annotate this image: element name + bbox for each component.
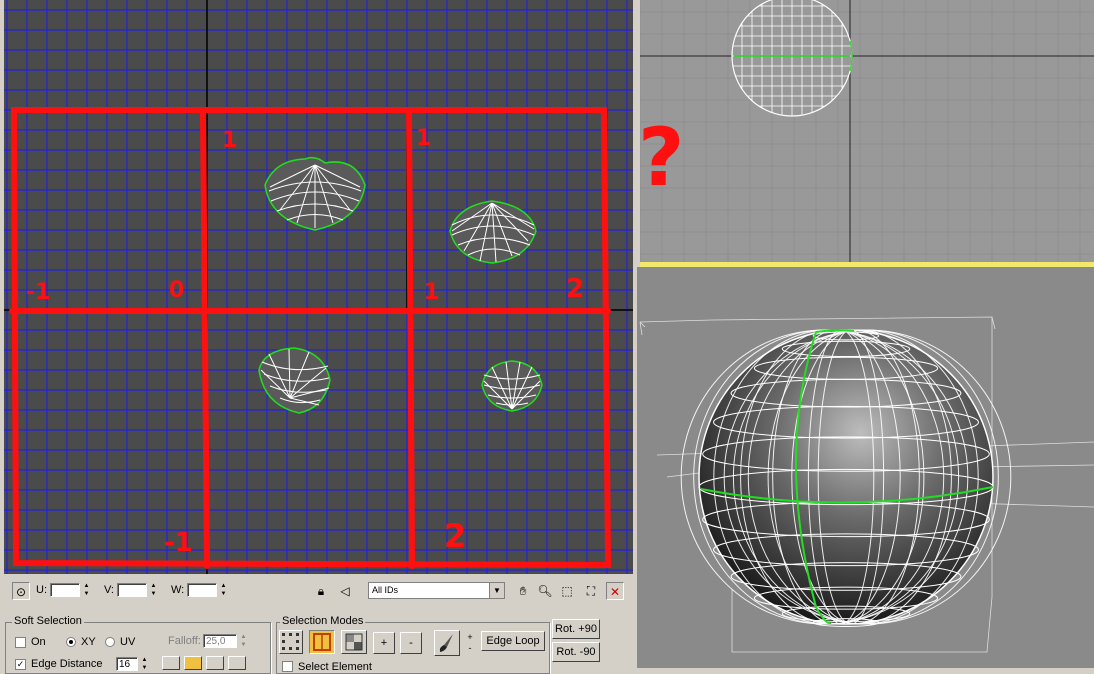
label-one-bottom-right: 1 <box>424 280 440 305</box>
label-two-bottom: 2 <box>444 517 467 555</box>
vertex-mode-button[interactable] <box>279 630 303 654</box>
uv-radio[interactable] <box>105 637 115 647</box>
lock-icon[interactable]: 🔒︎ <box>312 582 330 600</box>
w-spinner[interactable]: ▲ ▼ <box>219 582 228 598</box>
soft-selection-title: Soft Selection <box>12 615 84 627</box>
uv-shell-4 <box>481 360 543 412</box>
label-minus1-bottom: -1 <box>164 528 193 558</box>
uv-label: UV <box>120 636 136 648</box>
soft-on-label: On <box>31 636 46 648</box>
label-one-top-mid: 1 <box>222 128 238 153</box>
zoom-extents-icon[interactable]: ⛶ <box>582 582 600 600</box>
edge-distance-input[interactable] <box>116 657 138 671</box>
xy-label: XY <box>81 636 96 648</box>
edge-distance-checkbox[interactable]: ✓ <box>15 659 26 670</box>
shrink-button[interactable]: - <box>400 632 422 654</box>
falloff-input[interactable] <box>203 634 237 648</box>
edge-mode-icon <box>313 633 331 651</box>
uv-canvas[interactable]: 1 1 -1 0 1 2 -1 2 <box>4 0 633 574</box>
falloff-label: Falloff: <box>168 635 201 647</box>
zoom-icon[interactable]: 🔍︎ <box>536 582 554 600</box>
face-mode-icon <box>345 633 363 651</box>
uv-editor-window: 1 1 -1 0 1 2 -1 2 ⊙ U: ▲ ▼ V: ▲ ▼ W: ▲ ▼ 🔒︎… <box>0 0 637 610</box>
rotate-minus90-button[interactable]: Rot. -90 <box>552 642 600 662</box>
v-input[interactable] <box>117 583 147 597</box>
vertex-mode-icon <box>282 633 299 650</box>
grow-button[interactable]: + <box>373 632 395 654</box>
falloff-spinner[interactable]: ▲ ▼ <box>239 633 248 649</box>
label-one-top-right: 1 <box>416 126 432 151</box>
red-left-vertical <box>200 109 210 569</box>
perspective-viewport[interactable] <box>637 267 1094 668</box>
edge-distance-label: Edge Distance <box>31 658 103 670</box>
edge-distance-spinner[interactable]: ▲ ▼ <box>140 656 149 672</box>
selection-modes-title: Selection Modes <box>280 615 366 627</box>
top-sphere <box>731 0 853 117</box>
label-minus1-left: -1 <box>26 280 51 305</box>
top-viewport[interactable]: ? <box>640 0 1094 262</box>
filter-icon[interactable]: ✕ <box>606 582 624 600</box>
pivot-icon[interactable]: ⊙ <box>12 582 30 600</box>
brush-icon <box>439 634 453 652</box>
select-element-label: Select Element <box>298 661 372 673</box>
paint-icon[interactable]: ◁ <box>336 582 354 600</box>
label-two-right: 2 <box>566 274 585 304</box>
rotate-plus90-button[interactable]: Rot. +90 <box>552 619 600 639</box>
red-right-vertical <box>406 109 415 569</box>
unwrap-panel: Soft Selection On XY UV Falloff: ▲▼ ✓ Ed… <box>0 610 608 674</box>
w-label: W: <box>171 584 185 596</box>
uv-toolbar: ⊙ U: ▲ ▼ V: ▲ ▼ W: ▲ ▼ 🔒︎ ◁ All IDs ▼ ✋︎ 🔍︎… <box>0 576 637 606</box>
grid-lines <box>4 0 633 574</box>
face-mode-button[interactable] <box>341 630 367 654</box>
xy-radio[interactable] <box>66 637 76 647</box>
perspective-scene <box>639 316 1094 653</box>
top-viewport-grid <box>640 0 1094 262</box>
chevron-down-icon: ▼ <box>489 583 504 598</box>
id-select[interactable]: All IDs ▼ <box>368 582 505 599</box>
paint-select-button[interactable] <box>434 630 460 656</box>
question-mark: ? <box>640 111 685 204</box>
uv-grid <box>4 0 633 574</box>
u-label: U: <box>36 584 47 596</box>
uv-shell-1 <box>264 156 366 231</box>
edge-mode-button[interactable] <box>309 630 335 654</box>
brush-size-spinner[interactable]: + - <box>465 632 475 656</box>
u-input[interactable] <box>50 583 80 597</box>
w-input[interactable] <box>187 583 217 597</box>
pan-hand-icon[interactable]: ✋︎ <box>514 582 532 600</box>
v-spinner[interactable]: ▲ ▼ <box>149 582 158 598</box>
soft-on-checkbox[interactable] <box>15 637 26 648</box>
label-zero: 0 <box>169 278 185 303</box>
u-spinner[interactable]: ▲ ▼ <box>82 582 91 598</box>
edge-loop-button[interactable]: Edge Loop <box>481 631 545 651</box>
zoom-region-icon[interactable]: ⬚ <box>558 582 576 600</box>
select-element-checkbox[interactable] <box>282 661 293 672</box>
id-select-value: All IDs <box>372 585 399 595</box>
uv-shell-3 <box>258 347 331 414</box>
v-label: V: <box>104 584 114 596</box>
perspective-sphere <box>680 329 1012 627</box>
